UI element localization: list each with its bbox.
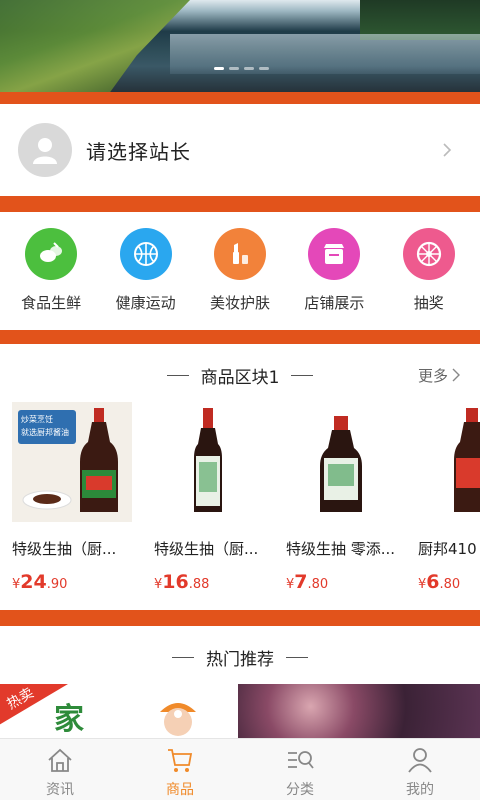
section-title: 热门推荐 [206, 649, 274, 670]
user-icon [408, 748, 432, 773]
product-card[interactable]: 特级生抽 零添... ¥7.80 [286, 402, 408, 593]
title-line [166, 374, 189, 376]
tab-category[interactable]: 分类 [240, 739, 360, 800]
brand-text: 家 [54, 702, 84, 737]
bottom-tab-bar: 资讯 商品 分类 我的 [0, 738, 480, 800]
category-label: 店铺展示 [304, 294, 365, 312]
store-icon [308, 228, 361, 280]
price-int: 7 [294, 571, 308, 593]
product-image [154, 402, 274, 522]
product-price: ¥16.88 [154, 571, 276, 593]
product-card[interactable]: 炒菜烹饪 就选厨邦酱油 特级生抽（厨... ¥24.90 [12, 402, 134, 593]
section-header: 商品区块1 更多 [0, 360, 480, 390]
divider [0, 330, 480, 344]
product-price: ¥7.80 [286, 571, 408, 593]
select-station-label: 请选择站长 [86, 139, 191, 164]
divider [0, 196, 480, 212]
tab-label: 商品 [166, 782, 194, 798]
carousel-dot[interactable] [214, 67, 224, 70]
user-icon [33, 138, 57, 164]
ad-banner: 炒菜烹饪 就选厨邦酱油 [18, 410, 76, 444]
basketball-icon [119, 228, 172, 280]
category-nav: 食品生鲜 健康运动 美妆护肤 店铺展示 抽奖 [0, 212, 480, 330]
category-label: 抽奖 [413, 294, 444, 312]
category-search-icon [288, 751, 314, 769]
hot-item[interactable]: 热卖 家 [0, 684, 236, 740]
category-sports[interactable]: 健康运动 [100, 212, 192, 330]
price-dec: .80 [307, 577, 329, 592]
chevron-right-icon [452, 368, 460, 382]
tab-news[interactable]: 资讯 [0, 739, 120, 800]
product-image [286, 402, 406, 522]
fruit-icon [25, 228, 78, 280]
ad-line: 炒菜烹饪 [21, 415, 53, 424]
category-label: 美妆护肤 [209, 294, 270, 312]
soy-sauce-bottle [320, 416, 362, 512]
category-store[interactable]: 店铺展示 [288, 212, 380, 330]
chevron-right-icon [443, 143, 452, 157]
divider [0, 610, 480, 626]
wheel-icon [402, 228, 455, 280]
price-int: 16 [162, 571, 189, 593]
carousel-dot[interactable] [244, 67, 254, 70]
section-title: 商品区块1 [200, 367, 280, 388]
avatar [18, 123, 72, 177]
category-food[interactable]: 食品生鲜 [5, 212, 97, 330]
soy-sauce-bottle [454, 408, 480, 512]
carousel-dot[interactable] [259, 67, 269, 70]
person-avatar [160, 703, 196, 736]
section-header: 热门推荐 [0, 642, 480, 672]
category-lottery[interactable]: 抽奖 [383, 212, 475, 330]
price-int: 24 [20, 571, 47, 593]
tab-mine[interactable]: 我的 [360, 739, 480, 800]
product-image [418, 402, 480, 522]
select-station-row[interactable]: 请选择站长 [0, 104, 480, 196]
product-card[interactable]: 厨邦410 ¥6.80 [418, 402, 480, 593]
more-label: 更多 [417, 366, 448, 385]
lipstick-icon [213, 228, 266, 280]
hot-item-image[interactable] [238, 684, 480, 740]
product-image: 炒菜烹饪 就选厨邦酱油 [12, 402, 132, 522]
title-line [286, 656, 308, 658]
product-carousel[interactable]: 炒菜烹饪 就选厨邦酱油 特级生抽（厨... ¥24.90 特级生抽（厨... ¥… [0, 402, 480, 602]
soy-sauce-bottle [194, 408, 222, 512]
price-dec: .80 [439, 577, 461, 592]
category-label: 健康运动 [115, 294, 176, 312]
category-beauty[interactable]: 美妆护肤 [194, 212, 286, 330]
product-price: ¥24.90 [12, 571, 134, 593]
category-label: 食品生鲜 [21, 294, 82, 312]
product-price: ¥6.80 [418, 571, 480, 593]
carousel-dot[interactable] [229, 67, 239, 70]
soy-sauce-bottle [80, 408, 118, 512]
more-link[interactable]: 更多 [418, 365, 460, 386]
divider [0, 92, 480, 104]
title-line [291, 374, 314, 376]
ad-line: 就选厨邦酱油 [21, 428, 69, 437]
price-dec: .90 [46, 577, 68, 592]
title-line [172, 656, 194, 658]
tab-products[interactable]: 商品 [120, 739, 240, 800]
product-name: 特级生抽（厨... [12, 540, 117, 558]
product-name: 特级生抽 零添... [286, 540, 396, 558]
cart-icon [168, 749, 193, 772]
product-name: 特级生抽（厨... [154, 540, 259, 558]
banner-carousel[interactable] [0, 0, 480, 92]
price-int: 6 [426, 571, 440, 593]
tab-label: 我的 [406, 782, 434, 798]
product-name: 厨邦410 [418, 540, 477, 558]
home-icon [48, 748, 72, 772]
hot-recommend-list: 热卖 家 [0, 684, 480, 740]
dish-image [22, 490, 72, 510]
tab-label: 资讯 [46, 782, 74, 798]
banner-trees [0, 0, 190, 92]
price-dec: .88 [188, 577, 210, 592]
product-card[interactable]: 特级生抽（厨... ¥16.88 [154, 402, 276, 593]
tab-label: 分类 [286, 782, 314, 798]
carousel-dots [214, 67, 269, 70]
